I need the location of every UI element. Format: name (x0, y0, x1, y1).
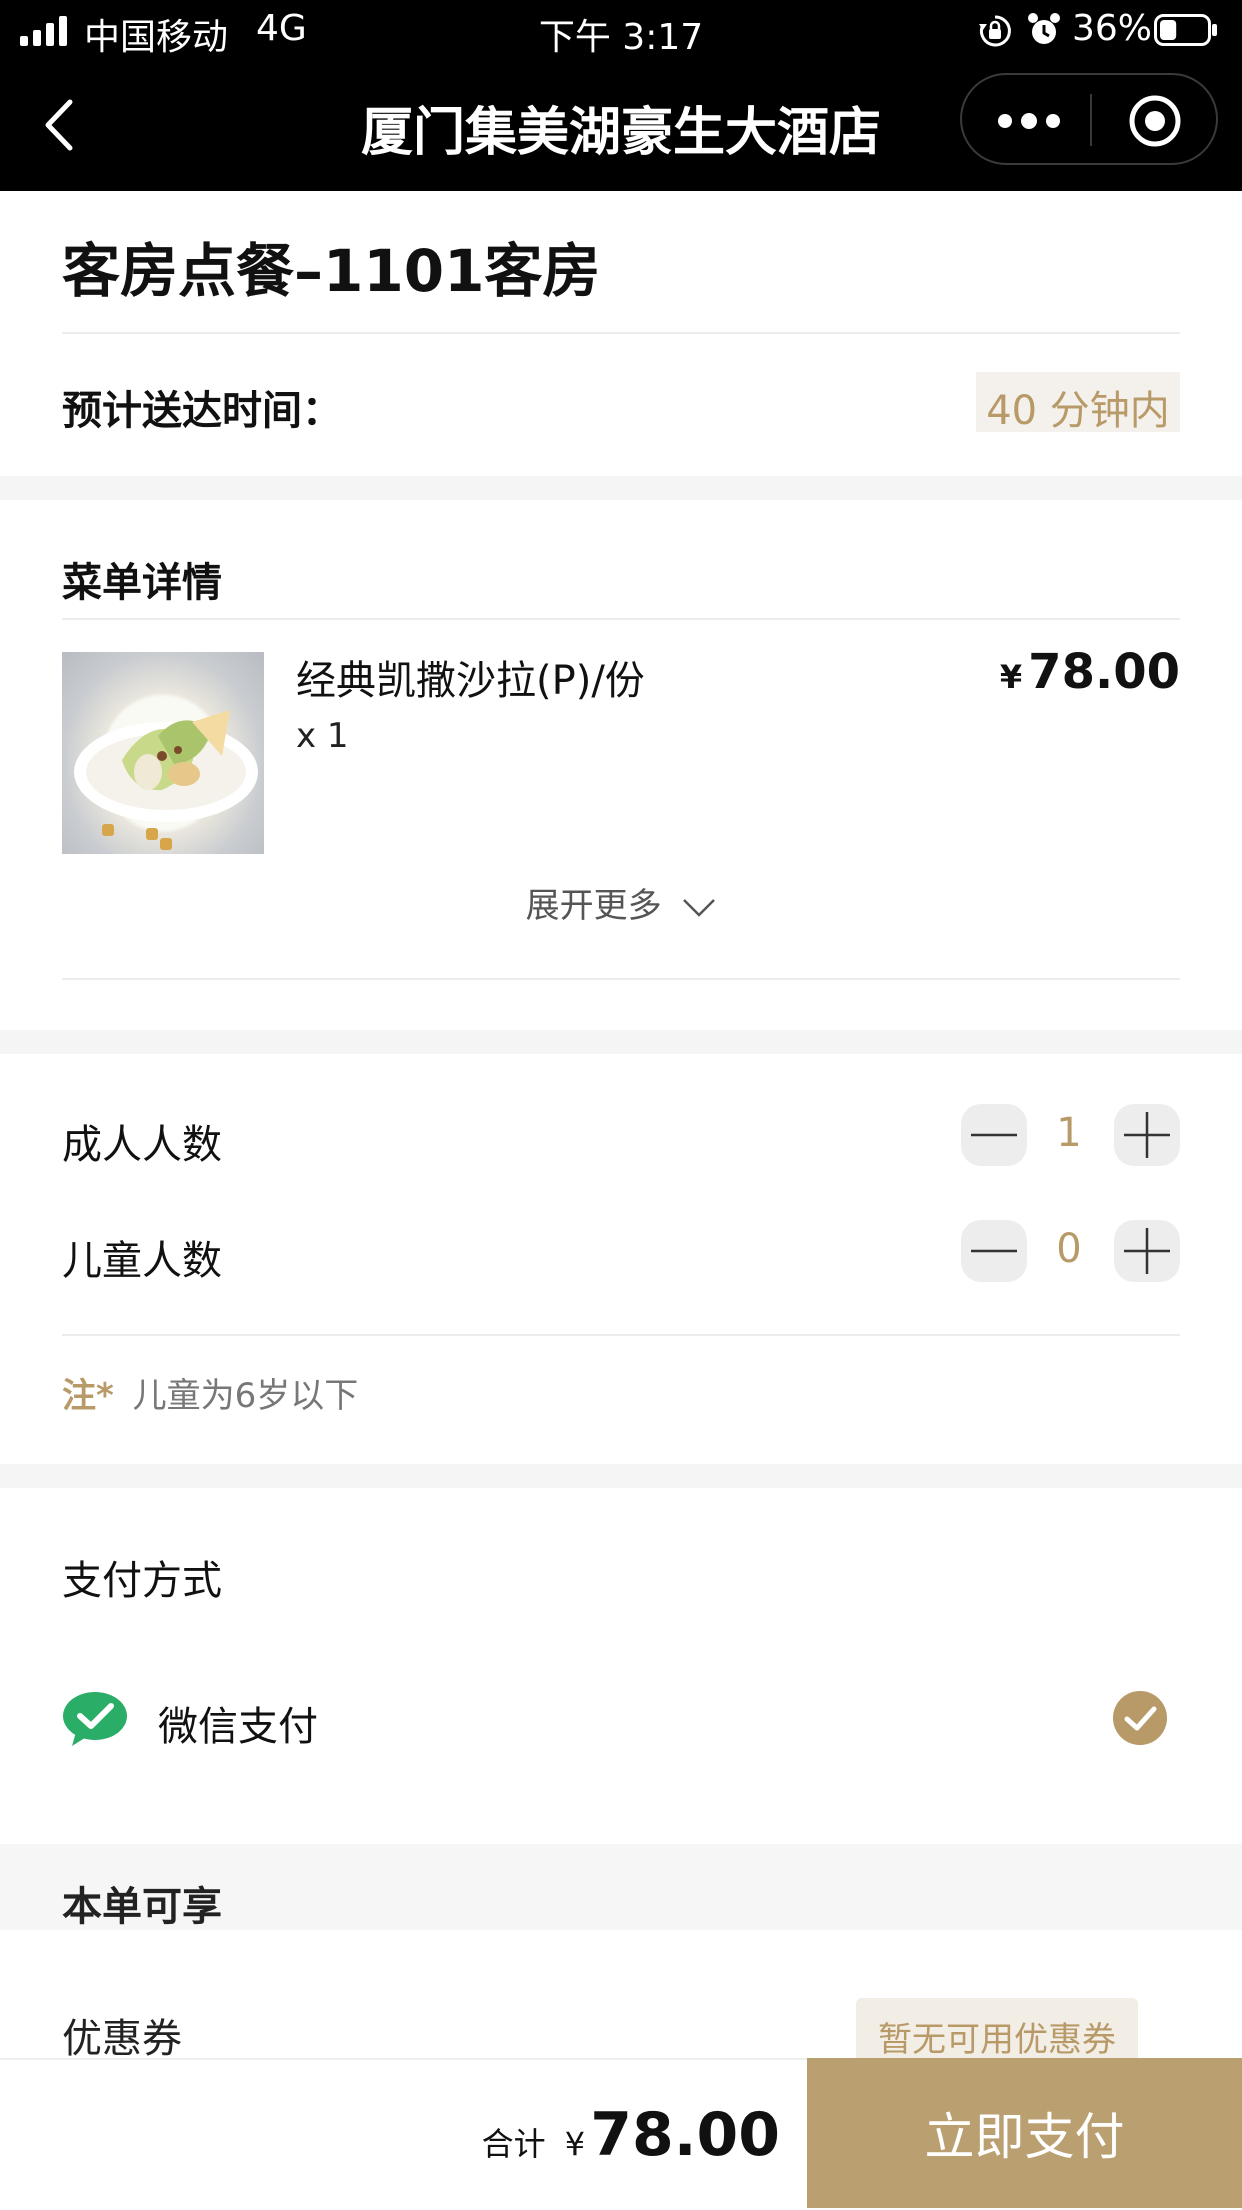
total-display: 合计 ¥ 78.00 (420, 2100, 780, 2170)
eta-value: 40 分钟内 (986, 388, 1170, 434)
order-heading: 客房点餐–1101客房 (62, 237, 601, 305)
children-count: 0 (1056, 1226, 1082, 1272)
price-value: 78.00 (1028, 644, 1180, 700)
battery-percent: 36% (1072, 8, 1153, 49)
rotation-lock-icon (978, 14, 1012, 48)
close-mini-program-button[interactable] (1126, 92, 1184, 150)
section-separator (0, 476, 1242, 500)
minus-icon (971, 1133, 1017, 1137)
adults-increment-button[interactable] (1114, 1104, 1180, 1166)
total-amount: 78.00 (590, 2100, 780, 2170)
battery-icon (1154, 14, 1218, 46)
expand-more-label: 展开更多 (525, 886, 662, 926)
menu-item-qty: x 1 (296, 716, 349, 756)
expand-more-button[interactable]: 展开更多 (0, 878, 1242, 927)
total-label: 合计 (481, 2125, 546, 2163)
note-prefix: 注* (62, 1376, 114, 1416)
pay-now-button[interactable]: 立即支付 (807, 2058, 1242, 2208)
total-currency: ¥ (564, 2125, 586, 2163)
alarm-icon (1026, 12, 1062, 48)
adults-label: 成人人数 (62, 1122, 222, 1168)
eta-label: 预计送达时间： (62, 388, 342, 434)
children-label: 儿童人数 (62, 1238, 222, 1284)
minus-icon (971, 1249, 1017, 1253)
divider (62, 332, 1180, 334)
note-text: 儿童为6岁以下 (132, 1376, 359, 1416)
capsule-divider (1090, 94, 1092, 146)
children-note: 注* 儿童为6岁以下 (62, 1368, 358, 1417)
menu-item-price: ¥78.00 (1000, 644, 1180, 700)
children-increment-button[interactable] (1114, 1220, 1180, 1282)
wechat-pay-icon (62, 1690, 128, 1746)
adults-decrement-button[interactable] (961, 1104, 1027, 1166)
more-icon (998, 113, 1060, 129)
menu-item-name: 经典凯撒沙拉(P)/份 (296, 658, 645, 704)
discount-section-title: 本单可享 (62, 1884, 222, 1930)
section-separator (0, 1030, 1242, 1054)
salad-image (62, 652, 264, 854)
payment-section-title: 支付方式 (62, 1558, 222, 1604)
wechat-pay-label: 微信支付 (158, 1704, 318, 1750)
chevron-down-icon (683, 898, 716, 917)
menu-section-title: 菜单详情 (62, 560, 222, 606)
section-separator (0, 1464, 1242, 1488)
divider (62, 978, 1180, 980)
plus-icon (1124, 1228, 1170, 1274)
coupon-label[interactable]: 优惠券 (62, 2006, 182, 2064)
more-button[interactable] (980, 96, 1078, 146)
target-icon (1129, 95, 1181, 147)
children-decrement-button[interactable] (961, 1220, 1027, 1282)
divider (62, 1334, 1180, 1336)
plus-icon (1124, 1112, 1170, 1158)
selected-check-icon (1112, 1690, 1168, 1746)
coupon-value: 暂无可用优惠券 (878, 2020, 1116, 2060)
adults-count: 1 (1056, 1110, 1082, 1156)
currency-symbol: ¥ (999, 658, 1023, 696)
divider (62, 618, 1180, 620)
payment-option-wechat[interactable]: 微信支付 (0, 1670, 1242, 1770)
